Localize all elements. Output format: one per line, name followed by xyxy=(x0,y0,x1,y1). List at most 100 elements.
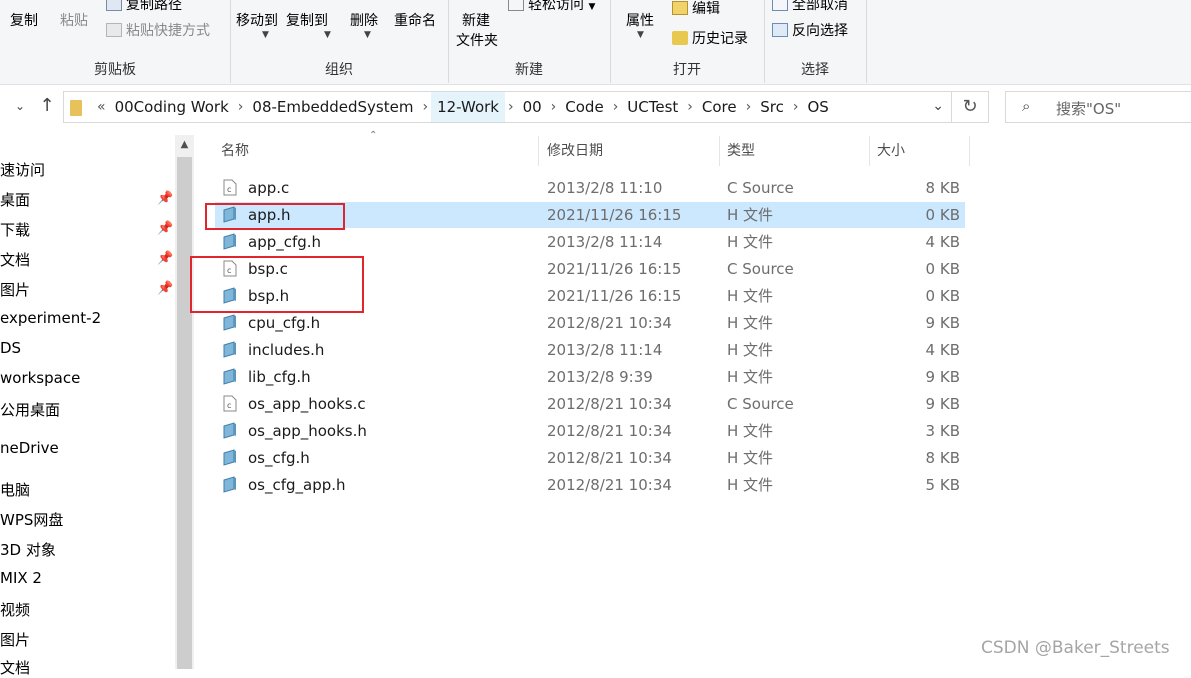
address-dropdown-icon[interactable]: ⌄ xyxy=(932,98,944,114)
search-placeholder: 搜索"OS" xyxy=(1056,100,1122,118)
breadcrumb-item[interactable]: 08-EmbeddedSystem xyxy=(246,92,419,122)
refresh-icon[interactable]: ↻ xyxy=(951,92,988,122)
file-name: cpu_cfg.h xyxy=(248,314,321,332)
nav-item-onedrive[interactable]: neDrive xyxy=(0,439,59,457)
copy-path-button[interactable]: 复制路径 xyxy=(106,0,182,14)
delete-button[interactable]: 删除 xyxy=(350,10,378,30)
easy-access-button[interactable]: 轻松访问 ▼ xyxy=(508,0,595,14)
rename-button[interactable]: 重命名 xyxy=(394,10,436,30)
header-file-icon xyxy=(223,368,236,385)
file-row[interactable]: lib_cfg.h 2013/2/8 9:39 H 文件 9 KB xyxy=(215,364,965,390)
organize-group-label: 组织 xyxy=(325,62,353,78)
chevron-right-icon[interactable]: › xyxy=(790,99,802,115)
nav-item-pictures-2[interactable]: 图片 xyxy=(0,629,30,650)
chevron-right-icon[interactable]: › xyxy=(505,99,517,115)
breadcrumb-item[interactable]: Src xyxy=(754,92,790,122)
chevron-right-icon[interactable]: › xyxy=(419,99,431,115)
paste-button[interactable]: 粘贴 xyxy=(60,10,88,30)
navigation-pane: 速访问 桌面 📌 下载 📌 文档 📌 图片 📌 experiment-2 DS … xyxy=(0,135,196,677)
file-row[interactable]: os_cfg_app.h 2012/8/21 10:34 H 文件 5 KB xyxy=(215,472,965,498)
pin-icon[interactable]: 📌 xyxy=(157,251,173,266)
file-name: os_cfg.h xyxy=(248,449,310,467)
nav-item-documents-2[interactable]: 文档 xyxy=(0,657,30,678)
paste-shortcut-button[interactable]: 粘贴快捷方式 xyxy=(106,20,210,40)
invert-selection-button[interactable]: 反向选择 xyxy=(772,20,848,40)
column-divider[interactable] xyxy=(719,136,720,166)
search-icon: ⌕ xyxy=(1022,97,1031,115)
nav-item-public-desktop[interactable]: 公用桌面 xyxy=(0,399,60,420)
nav-item-this-pc[interactable]: 电脑 xyxy=(0,479,30,500)
column-header-type[interactable]: 类型 xyxy=(727,136,755,166)
pin-icon[interactable]: 📌 xyxy=(157,281,173,296)
nav-item-mix-2[interactable]: MIX 2 xyxy=(0,569,42,587)
edit-button[interactable]: 编辑 xyxy=(672,0,720,18)
column-divider[interactable] xyxy=(869,136,870,166)
nav-item-os[interactable]: DS xyxy=(0,339,21,357)
chevron-right-icon[interactable]: › xyxy=(743,99,755,115)
breadcrumb-item[interactable]: Code xyxy=(559,92,609,122)
nav-item-3d-objects[interactable]: 3D 对象 xyxy=(0,539,56,560)
breadcrumb-item[interactable]: UCTest xyxy=(621,92,684,122)
copy-to-dropdown-icon[interactable]: ▼ xyxy=(324,30,331,40)
chevron-right-icon[interactable]: › xyxy=(610,99,622,115)
column-header-name[interactable]: 名称 xyxy=(221,136,249,166)
breadcrumb-item[interactable]: Core xyxy=(696,92,743,122)
address-bar[interactable]: « 00Coding Work › 08-EmbeddedSystem › 12-W… xyxy=(63,91,989,123)
file-name: lib_cfg.h xyxy=(248,368,311,386)
properties-button[interactable]: 属性 xyxy=(626,10,654,30)
move-to-button[interactable]: 移动到 xyxy=(236,10,278,30)
delete-dropdown-icon[interactable]: ▼ xyxy=(364,30,371,40)
file-row[interactable]: c app.c 2013/2/8 11:10 C Source 8 KB xyxy=(215,175,965,201)
select-none-button[interactable]: 全部取消 xyxy=(772,0,848,14)
pin-icon[interactable]: 📌 xyxy=(157,221,173,236)
recent-locations-icon[interactable]: ⌄ xyxy=(10,95,30,117)
ribbon: 复制 粘贴 复制路径 粘贴快捷方式 剪贴板 移动到 复制到 删除 重命名 ▼ ▼… xyxy=(0,0,1191,85)
pin-icon[interactable]: 📌 xyxy=(157,191,173,206)
nav-item-documents[interactable]: 文档 xyxy=(0,249,30,270)
nav-item-experiment-2[interactable]: experiment-2 xyxy=(0,309,101,327)
search-input[interactable]: ⌕ 搜索"OS" xyxy=(1005,91,1191,123)
select-none-icon xyxy=(772,0,788,11)
sidebar-scrollbar[interactable]: ▲ xyxy=(175,135,194,669)
file-row[interactable]: app_cfg.h 2013/2/8 11:14 H 文件 4 KB xyxy=(215,229,965,255)
chevron-right-icon[interactable]: › xyxy=(548,99,560,115)
chevron-right-icon[interactable]: › xyxy=(684,99,696,115)
file-name: includes.h xyxy=(248,341,325,359)
nav-item-wps-drive[interactable]: WPS网盘 xyxy=(0,509,63,530)
file-type: H 文件 xyxy=(727,206,774,224)
column-header-size[interactable]: 大小 xyxy=(877,136,905,166)
header-file-icon xyxy=(223,476,236,493)
properties-dropdown-icon[interactable]: ▼ xyxy=(637,30,644,40)
breadcrumb-item[interactable]: 12-Work xyxy=(431,92,505,122)
breadcrumb-item[interactable]: 00Coding Work xyxy=(109,92,235,122)
new-folder-button[interactable]: 新建 文件夹 xyxy=(456,10,498,50)
scroll-up-icon[interactable]: ▲ xyxy=(175,135,194,155)
nav-item-pictures[interactable]: 图片 xyxy=(0,279,30,300)
overflow-chevron-icon[interactable]: « xyxy=(94,99,109,115)
file-row[interactable]: os_cfg.h 2012/8/21 10:34 H 文件 8 KB xyxy=(215,445,965,471)
column-divider[interactable] xyxy=(969,136,970,166)
file-row[interactable]: includes.h 2013/2/8 11:14 H 文件 4 KB xyxy=(215,337,965,363)
move-to-dropdown-icon[interactable]: ▼ xyxy=(262,30,269,40)
file-name: os_cfg_app.h xyxy=(248,476,346,494)
breadcrumb-item[interactable]: OS xyxy=(801,92,834,122)
nav-item-downloads[interactable]: 下载 xyxy=(0,219,30,240)
chevron-right-icon[interactable]: › xyxy=(235,99,247,115)
nav-item-workspace[interactable]: workspace xyxy=(0,369,80,387)
nav-item-desktop[interactable]: 桌面 xyxy=(0,189,30,210)
file-row[interactable]: cpu_cfg.h 2012/8/21 10:34 H 文件 9 KB xyxy=(215,310,965,336)
file-row[interactable]: c os_app_hooks.c 2012/8/21 10:34 C Source 9 … xyxy=(215,391,965,417)
copy-to-button[interactable]: 复制到 xyxy=(286,10,328,30)
nav-item-videos[interactable]: 视频 xyxy=(0,599,30,620)
copy-button[interactable]: 复制 xyxy=(10,10,38,30)
history-button[interactable]: 历史记录 xyxy=(672,28,748,48)
file-row[interactable]: os_app_hooks.h 2012/8/21 10:34 H 文件 3 KB xyxy=(215,418,965,444)
up-arrow-icon[interactable]: ↑ xyxy=(37,95,57,117)
nav-item-quick-access[interactable]: 速访问 xyxy=(0,159,45,180)
column-divider[interactable] xyxy=(538,136,539,166)
select-group-label: 选择 xyxy=(801,62,829,78)
column-header-date[interactable]: 修改日期 xyxy=(547,136,603,166)
file-size: 9 KB xyxy=(925,395,960,413)
breadcrumb-item[interactable]: 00 xyxy=(517,92,548,122)
scrollbar-thumb[interactable] xyxy=(177,157,192,669)
